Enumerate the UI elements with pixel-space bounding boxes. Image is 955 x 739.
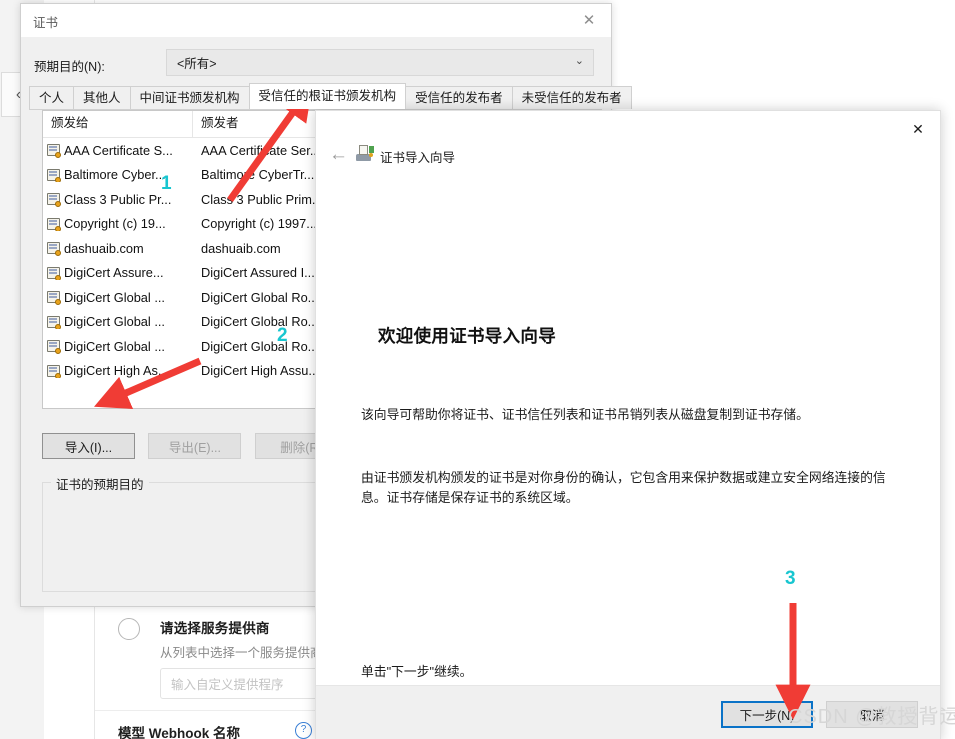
certificate-icon xyxy=(47,315,61,330)
cell-issued-to: Copyright (c) 19... xyxy=(64,216,166,232)
watermark: CSDN @教授背运 xyxy=(788,706,955,728)
tab-3[interactable]: 受信任的根证书颁发机构 xyxy=(248,83,407,109)
cell-issued-to: Baltimore Cyber... xyxy=(64,167,166,183)
tab-1[interactable]: 其他人 xyxy=(73,86,131,109)
certificate-import-icon xyxy=(356,145,374,161)
certificate-icon xyxy=(47,242,61,256)
cell-issued-to: AAA Certificate S... xyxy=(64,142,173,158)
certificate-import-wizard: ✕ ← 证书导入向导 欢迎使用证书导入向导 该向导可帮助你将证书、证书信任列表和… xyxy=(315,110,941,739)
column-header-0[interactable]: 颁发给 xyxy=(43,111,193,137)
intended-purpose-label: 预期目的(N): xyxy=(34,60,105,74)
certificate-icon xyxy=(47,364,61,379)
certificates-dialog-title: 证书 xyxy=(33,16,59,30)
screenshot-root: ‹ 请选择服务提供商 从列表中选择一个服务提供商或 输入自定义提供程序 模型 W… xyxy=(0,0,955,739)
certificate-icon xyxy=(47,168,61,183)
annotation-number-2: 2 xyxy=(277,325,288,346)
certificate-icon xyxy=(47,193,61,207)
certificate-store-tabs: 个人 其他人 中间证书颁发机构 受信任的根证书颁发机构 受信任的发布者 未受信任的发布者 xyxy=(29,83,632,110)
chevron-down-icon: ⌄ xyxy=(574,55,584,67)
back-arrow-icon[interactable]: ← xyxy=(329,145,348,164)
wizard-heading: 欢迎使用证书导入向导 xyxy=(378,326,556,346)
cell-issued-to: DigiCert Global ... xyxy=(64,314,165,330)
tab-0[interactable]: 个人 xyxy=(29,86,75,109)
cell-issued-to: DigiCert Global ... xyxy=(64,338,165,354)
intended-purpose-value: <所有> xyxy=(177,57,217,71)
wizard-header-title: 证书导入向导 xyxy=(380,151,456,165)
certificate-icon xyxy=(47,144,61,158)
certificate-icon xyxy=(47,217,61,232)
cell-issued-to: dashuaib.com xyxy=(64,240,144,256)
import-button[interactable]: 导入(I)... xyxy=(42,433,135,459)
certificate-icon xyxy=(47,291,61,305)
tab-4[interactable]: 受信任的发布者 xyxy=(405,86,513,109)
wizard-paragraph-2: 由证书颁发机构颁发的证书是对你身份的确认，它包含用来保护数据或建立安全网络连接的… xyxy=(361,470,886,505)
certificate-action-buttons: 导入(I)... 导出(E)... 删除(R) xyxy=(42,433,357,459)
tab-5[interactable]: 未受信任的发布者 xyxy=(511,86,632,109)
certificates-title-bar: 证书 ✕ xyxy=(21,4,611,37)
intended-purpose-select[interactable]: <所有> ⌄ xyxy=(166,49,594,76)
help-icon[interactable]: ? xyxy=(295,722,312,739)
cell-issued-to: DigiCert Assure... xyxy=(64,265,164,281)
certificate-icon xyxy=(47,340,61,354)
service-provider-title: 请选择服务提供商 xyxy=(160,621,270,636)
radio-icon[interactable] xyxy=(118,618,140,640)
certificate-icon xyxy=(47,266,61,281)
certificate-purposes-legend: 证书的预期目的 xyxy=(51,474,149,493)
cell-issued-to: DigiCert High As... xyxy=(64,363,169,379)
close-icon[interactable]: ✕ xyxy=(567,4,611,36)
service-provider-subtitle: 从列表中选择一个服务提供商或 xyxy=(160,646,336,660)
annotation-number-3: 3 xyxy=(785,568,796,589)
annotation-number-1: 1 xyxy=(161,173,172,194)
wizard-paragraph-3: 单击"下一步"继续。 xyxy=(361,664,473,679)
export-button: 导出(E)... xyxy=(148,433,242,459)
cell-issued-to: DigiCert Global ... xyxy=(64,289,165,305)
tab-2[interactable]: 中间证书颁发机构 xyxy=(129,86,250,109)
close-icon[interactable]: ✕ xyxy=(896,111,940,147)
wizard-paragraph-1: 该向导可帮助你将证书、证书信任列表和证书吊销列表从磁盘复制到证书存储。 xyxy=(361,407,809,422)
cell-issued-to: Class 3 Public Pr... xyxy=(64,191,172,207)
